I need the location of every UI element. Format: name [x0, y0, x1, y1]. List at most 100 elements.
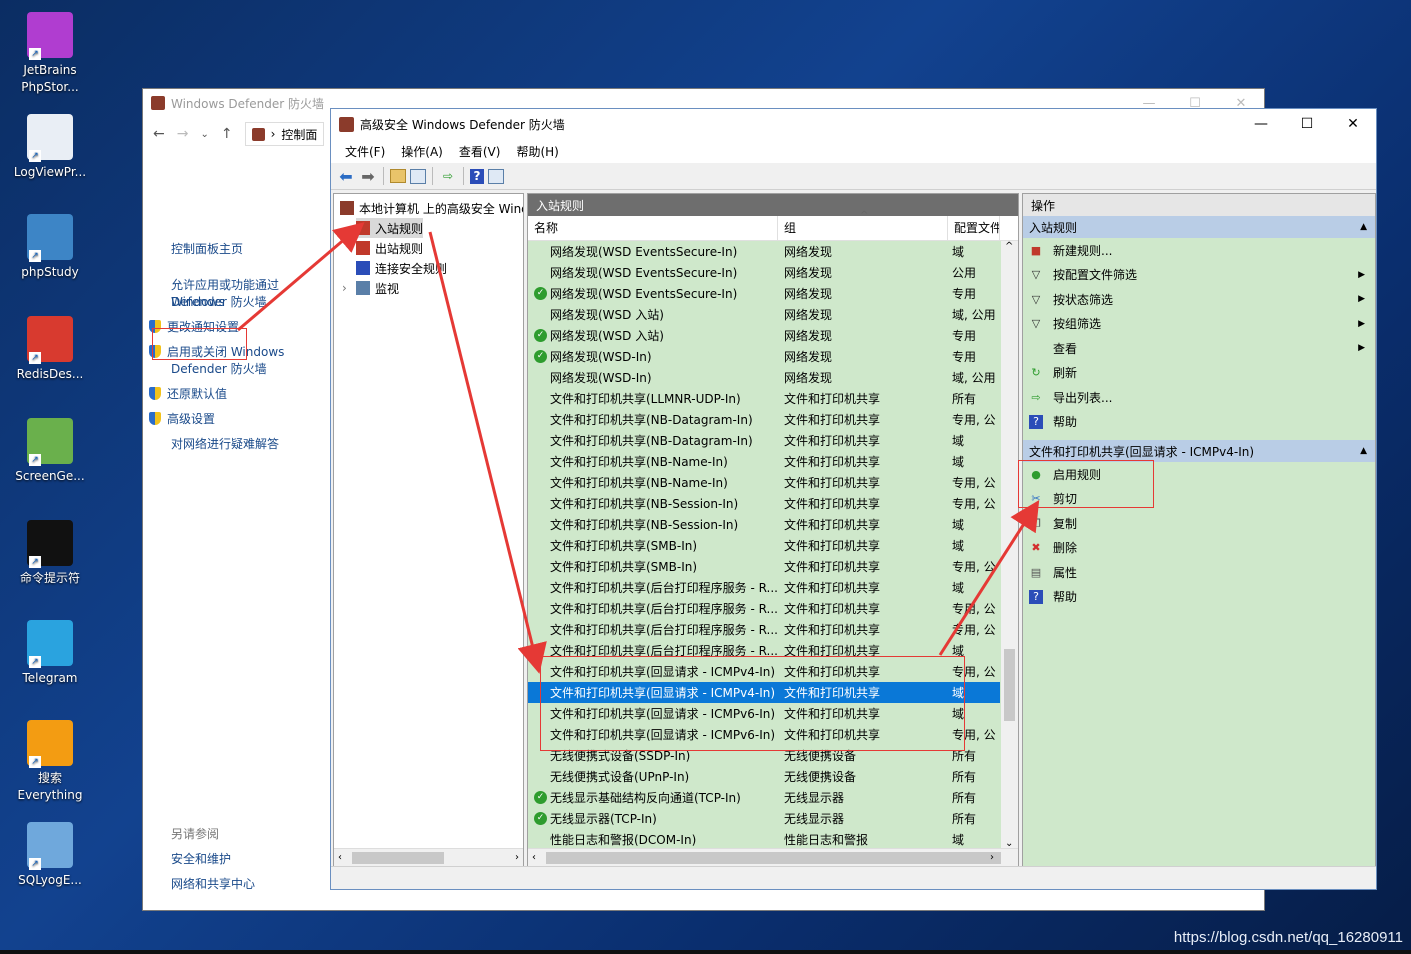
table-row[interactable]: ✓ 无线显示基础结构反向通道(TCP-In) 无线显示器 所有	[528, 787, 1000, 808]
menu-view[interactable]: 查看(V)	[451, 143, 509, 160]
table-row[interactable]: 文件和打印机共享(NB-Datagram-In) 文件和打印机共享 专用, 公	[528, 409, 1000, 430]
desktop-shortcut[interactable]: ↗ 命令提示符	[8, 520, 92, 587]
close-icon[interactable]: ✕	[1330, 116, 1376, 132]
address-bar[interactable]: › 控制面	[244, 122, 325, 146]
table-row[interactable]: 文件和打印机共享(LLMNR-UDP-In) 文件和打印机共享 所有	[528, 388, 1000, 409]
maximize-icon[interactable]: ☐	[1284, 116, 1330, 132]
advanced-firewall-window: 高级安全 Windows Defender 防火墙 — ☐ ✕ 文件(F) 操作(A…	[330, 108, 1377, 890]
table-row[interactable]: 文件和打印机共享(SMB-In) 文件和打印机共享 域	[528, 535, 1000, 556]
export-icon[interactable]: ⇨	[439, 167, 457, 185]
help-icon[interactable]: ?	[470, 168, 484, 184]
back-arrow-icon[interactable]: ⬅	[337, 167, 355, 186]
table-row[interactable]: 文件和打印机共享(NB-Datagram-In) 文件和打印机共享 域	[528, 430, 1000, 451]
table-row[interactable]: 文件和打印机共享(后台打印程序服务 - R... 文件和打印机共享 专用, 公	[528, 619, 1000, 640]
action-item[interactable]: ? 帮助	[1023, 585, 1375, 610]
collapse-icon[interactable]: ▲	[1360, 446, 1367, 456]
table-row[interactable]: 网络发现(WSD EventsSecure-In) 网络发现 域	[528, 241, 1000, 262]
action-item[interactable]: ❐ 复制	[1023, 511, 1375, 536]
menu-action[interactable]: 操作(A)	[393, 143, 451, 160]
table-row[interactable]: 文件和打印机共享(NB-Session-In) 文件和打印机共享 专用, 公	[528, 493, 1000, 514]
desktop-shortcut[interactable]: ↗ phpStudy	[8, 214, 92, 281]
desktop-shortcut[interactable]: ↗ 搜索 Everything	[8, 720, 92, 804]
action-item[interactable]: ■ 新建规则...	[1023, 238, 1375, 263]
up-arrow-icon[interactable]: ↑	[221, 126, 233, 142]
desktop-shortcut[interactable]: ↗ ScreenGe...	[8, 418, 92, 485]
rules-horizontal-scrollbar[interactable]: ‹ ›	[528, 848, 1018, 866]
see-also-link[interactable]: 网络和共享中心	[171, 875, 255, 892]
table-row[interactable]: 无线便携式设备(UPnP-In) 无线便携设备 所有	[528, 766, 1000, 787]
up-folder-icon[interactable]	[390, 169, 406, 183]
scroll-thumb[interactable]	[1004, 649, 1015, 721]
action-item[interactable]: ▽ 按组筛选 ▶	[1023, 312, 1375, 337]
menu-help[interactable]: 帮助(H)	[508, 143, 566, 160]
cp-link[interactable]: 高级设置	[149, 411, 215, 428]
rule-profile: 域	[952, 833, 965, 847]
desktop-shortcut[interactable]: ↗ SQLyogE...	[8, 822, 92, 889]
tree-item[interactable]: 本地计算机 上的高级安全 Windows	[340, 198, 523, 218]
desktop-shortcut[interactable]: ↗ RedisDes...	[8, 316, 92, 383]
chevron-up-icon[interactable]: ^	[1005, 241, 1013, 252]
rules-vertical-scrollbar[interactable]: ^ ⌄	[1001, 241, 1018, 849]
action-item[interactable]: ↻ 刷新	[1023, 361, 1375, 386]
rule-name: 网络发现(WSD 入站)	[550, 308, 664, 322]
tree-item[interactable]: 入站规则	[356, 218, 424, 238]
tree-item[interactable]: 出站规则	[356, 238, 423, 258]
table-row[interactable]: 网络发现(WSD-In) 网络发现 域, 公用	[528, 367, 1000, 388]
cp-link[interactable]: 对网络进行疑难解答	[171, 436, 279, 453]
back-arrow-icon[interactable]: ←	[153, 126, 165, 142]
chevron-left-icon[interactable]: ‹	[338, 852, 342, 863]
actions-section-inbound[interactable]: 入站规则 ▲	[1023, 216, 1375, 238]
chevron-right-icon[interactable]: ›	[342, 281, 347, 295]
tree-item[interactable]: 连接安全规则	[356, 258, 447, 278]
desktop-shortcut[interactable]: ↗ LogViewPr...	[8, 114, 92, 181]
column-name[interactable]: 名称	[528, 216, 778, 240]
forward-arrow-icon[interactable]: →	[177, 126, 189, 142]
chevron-right-icon[interactable]: ›	[515, 852, 519, 863]
cp-link[interactable]: 还原默认值	[149, 386, 227, 403]
chevron-down-icon[interactable]: ⌄	[200, 129, 208, 140]
chevron-right-icon[interactable]: ›	[990, 852, 994, 863]
table-row[interactable]: ✓ 网络发现(WSD 入站) 网络发现 专用	[528, 325, 1000, 346]
table-row[interactable]: 性能日志和警报(DCOM-In) 性能日志和警报 域	[528, 829, 1000, 850]
table-row[interactable]: 文件和打印机共享(NB-Session-In) 文件和打印机共享 域	[528, 514, 1000, 535]
properties-icon[interactable]	[488, 168, 504, 184]
menu-file[interactable]: 文件(F)	[337, 143, 393, 160]
tree-item[interactable]: › 监视	[342, 278, 399, 298]
table-row[interactable]: 网络发现(WSD EventsSecure-In) 网络发现 公用	[528, 262, 1000, 283]
action-item[interactable]: ? 帮助	[1023, 410, 1375, 435]
tree-horizontal-scrollbar[interactable]: ‹ ›	[334, 848, 523, 866]
desktop-shortcut[interactable]: ↗ JetBrains PhpStor...	[8, 12, 92, 96]
table-row[interactable]: 文件和打印机共享(SMB-In) 文件和打印机共享 专用, 公	[528, 556, 1000, 577]
cp-link[interactable]: Defender 防火墙	[171, 361, 267, 378]
mmc-titlebar: 高级安全 Windows Defender 防火墙 — ☐ ✕	[331, 109, 1376, 139]
table-row[interactable]: ✓ 网络发现(WSD EventsSecure-In) 网络发现 专用	[528, 283, 1000, 304]
scroll-thumb[interactable]	[546, 851, 1001, 864]
forward-arrow-icon[interactable]: ➡	[359, 167, 377, 186]
show-hide-tree-icon[interactable]	[410, 168, 426, 184]
table-row[interactable]: 文件和打印机共享(NB-Name-In) 文件和打印机共享 专用, 公	[528, 472, 1000, 493]
cp-link[interactable]: Defender 防火墙	[171, 294, 267, 311]
minimize-icon[interactable]: —	[1238, 116, 1284, 132]
table-row[interactable]: 文件和打印机共享(NB-Name-In) 文件和打印机共享 域	[528, 451, 1000, 472]
action-item[interactable]: ⇨ 导出列表...	[1023, 385, 1375, 410]
chevron-left-icon[interactable]: ‹	[532, 852, 536, 863]
computer-shield-icon: ↗	[27, 214, 73, 262]
action-item[interactable]: ✖ 删除	[1023, 536, 1375, 561]
table-row[interactable]: ✓ 无线显示器(TCP-In) 无线显示器 所有	[528, 808, 1000, 829]
table-row[interactable]: 文件和打印机共享(后台打印程序服务 - R... 文件和打印机共享 专用, 公	[528, 598, 1000, 619]
section-label: 文件和打印机共享(回显请求 - ICMPv4-In)	[1029, 444, 1255, 459]
table-row[interactable]: 网络发现(WSD 入站) 网络发现 域, 公用	[528, 304, 1000, 325]
see-also-link[interactable]: 安全和维护	[171, 850, 231, 867]
action-item[interactable]: ▽ 按状态筛选 ▶	[1023, 287, 1375, 312]
desktop-shortcut[interactable]: ↗ Telegram	[8, 620, 92, 687]
table-row[interactable]: 文件和打印机共享(后台打印程序服务 - R... 文件和打印机共享 域	[528, 577, 1000, 598]
table-row[interactable]: ✓ 网络发现(WSD-In) 网络发现 专用	[528, 346, 1000, 367]
action-item[interactable]: ▽ 按配置文件筛选 ▶	[1023, 263, 1375, 288]
cp-link[interactable]: 控制面板主页	[171, 241, 243, 258]
actions-section-selected-rule[interactable]: 文件和打印机共享(回显请求 - ICMPv4-In) ▲	[1023, 440, 1375, 462]
column-profile[interactable]: 配置文件	[948, 216, 1000, 240]
scroll-thumb[interactable]	[352, 851, 444, 864]
action-item[interactable]: ▤ 属性	[1023, 560, 1375, 585]
action-item[interactable]: 查看 ▶	[1023, 336, 1375, 361]
collapse-icon[interactable]: ▲	[1360, 222, 1367, 232]
